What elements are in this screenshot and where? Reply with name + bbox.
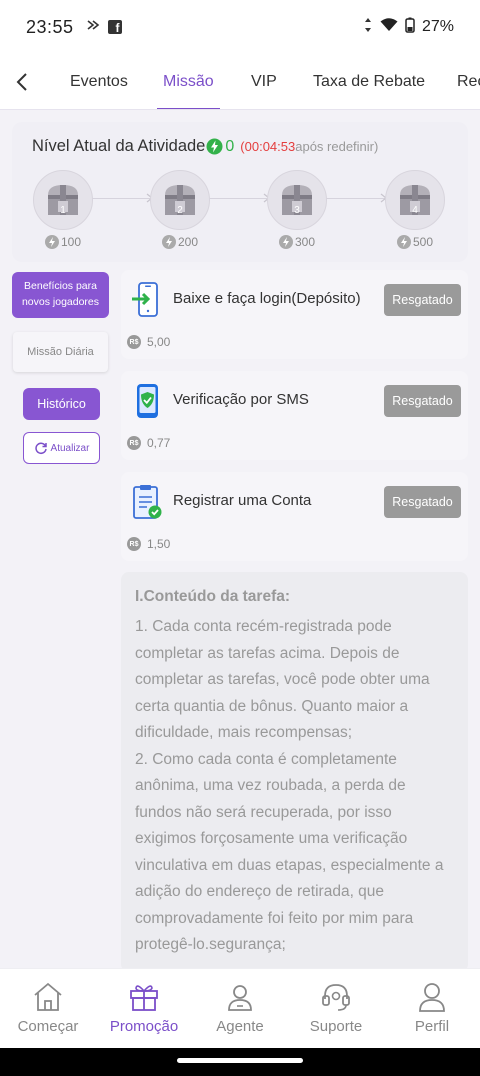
bolt-icon	[396, 235, 411, 249]
task-title: Registrar uma Conta	[173, 492, 312, 509]
task-content-rules: I.Conteúdo da tarefa: 1. Cada conta recé…	[121, 572, 468, 972]
nav-suporte[interactable]: Suporte	[288, 969, 384, 1048]
battery-percent: 27%	[421, 18, 454, 35]
home-icon	[34, 982, 62, 1011]
bolt-icon	[278, 235, 293, 249]
beneficios-button[interactable]: Benefícios para novos jogadores	[12, 272, 109, 318]
atualizar-label: Atualizar	[50, 442, 90, 454]
content-paragraph: 1. Cada conta recém-registrada pode comp…	[135, 618, 430, 741]
chest-points: 100	[60, 235, 82, 249]
gesture-bar	[0, 1048, 480, 1076]
back-button[interactable]	[0, 54, 42, 109]
lightning-green-icon	[206, 138, 223, 155]
status-time: 23:55	[26, 16, 74, 37]
task-title: Baixe e faça login(Depósito)	[173, 290, 361, 307]
refresh-icon	[34, 442, 47, 455]
clipboard-check-icon	[133, 485, 162, 519]
task-card: Verificação por SMS Resgatado R$ 0,77	[121, 371, 468, 460]
nav-label: Promoção	[109, 1018, 179, 1035]
chest-item[interactable]: 3 300	[266, 170, 328, 249]
chest-number: 2	[177, 205, 183, 216]
chest-item[interactable]: 1 100	[32, 170, 94, 249]
nav-label: Perfil	[414, 1018, 450, 1035]
currency-icon: R$	[127, 436, 141, 450]
nav-label: Agente	[216, 1018, 264, 1035]
activity-level: 0	[225, 137, 235, 155]
task-card: Registrar uma Conta Resgatado R$ 1,50	[121, 472, 468, 561]
chest-number: 4	[412, 205, 418, 216]
resgatado-button[interactable]: Resgatado	[384, 284, 461, 316]
nav-comecar[interactable]: Começar	[0, 969, 96, 1048]
bolt-icon	[44, 235, 59, 249]
historico-button[interactable]: Histórico	[23, 388, 100, 420]
currency-icon: R$	[127, 335, 141, 349]
nav-perfil[interactable]: Perfil	[384, 969, 480, 1048]
chest-points: 500	[412, 235, 434, 249]
profile-icon	[419, 983, 445, 1012]
resgatado-button[interactable]: Resgatado	[384, 385, 461, 417]
data-arrows-icon	[363, 17, 373, 38]
chevron-left-icon	[16, 72, 27, 91]
chest-points: 200	[177, 235, 199, 249]
task-title: Verificação por SMS	[173, 391, 309, 408]
atualizar-button[interactable]: Atualizar	[23, 432, 100, 464]
tab-rec[interactable]: Rec	[457, 54, 480, 109]
headset-icon	[322, 984, 350, 1011]
tab-eventos[interactable]: Eventos	[70, 54, 128, 109]
agent-users-icon	[228, 985, 252, 1011]
chest-number: 3	[294, 205, 300, 216]
tab-taxa-de-rebate[interactable]: Taxa de Rebate	[313, 54, 425, 109]
chest-points: 300	[294, 235, 316, 249]
activity-level-card: Nível Atual da Atividade 0 (00:04:53após…	[12, 122, 468, 262]
resgatado-button[interactable]: Resgatado	[384, 486, 461, 518]
nav-agente[interactable]: Agente	[192, 969, 288, 1048]
content-paragraph: 2. Como cada conta é completamente anôni…	[135, 750, 444, 954]
chest-item[interactable]: 4 500	[384, 170, 446, 249]
gift-icon	[130, 985, 158, 1011]
tab-vip[interactable]: VIP	[251, 54, 277, 109]
nav-label: Suporte	[309, 1018, 363, 1035]
chest-progress: 1 100 2 200 3 300 4 500	[32, 170, 450, 250]
chest-item[interactable]: 2 200	[149, 170, 211, 249]
task-reward: 0,77	[147, 436, 171, 450]
bottom-nav: Começar Promoção Agente Suporte Perfil	[0, 968, 480, 1048]
tab-bar: Eventos Missão VIP Taxa de Rebate Rec	[0, 54, 480, 110]
phone-login-icon	[132, 282, 158, 317]
bolt-icon	[161, 235, 176, 249]
battery-icon	[405, 17, 415, 38]
missao-diaria-button[interactable]: Missão Diária	[13, 332, 108, 372]
task-reward: 1,50	[147, 537, 171, 551]
activity-title: Nível Atual da Atividade	[32, 137, 206, 155]
reset-label: após redefinir)	[295, 139, 379, 154]
wifi-icon	[380, 17, 398, 37]
content-heading: I.Conteúdo da tarefa:	[135, 588, 291, 605]
phone-shield-icon	[137, 384, 158, 418]
chest-number: 1	[60, 205, 66, 216]
tab-missao[interactable]: Missão	[157, 54, 220, 109]
signal-app-icon	[86, 17, 100, 37]
reset-timer: 00:04:53	[244, 139, 296, 154]
facebook-icon: f	[107, 20, 122, 34]
home-gesture-pill[interactable]	[177, 1058, 303, 1063]
nav-promocao[interactable]: Promoção	[96, 969, 192, 1048]
currency-icon: R$	[127, 537, 141, 551]
task-reward: 5,00	[147, 335, 171, 349]
status-bar: 23:55 f 27%	[0, 0, 480, 54]
task-card: Baixe e faça login(Depósito) Resgatado R…	[121, 270, 468, 359]
nav-label: Começar	[17, 1018, 79, 1035]
